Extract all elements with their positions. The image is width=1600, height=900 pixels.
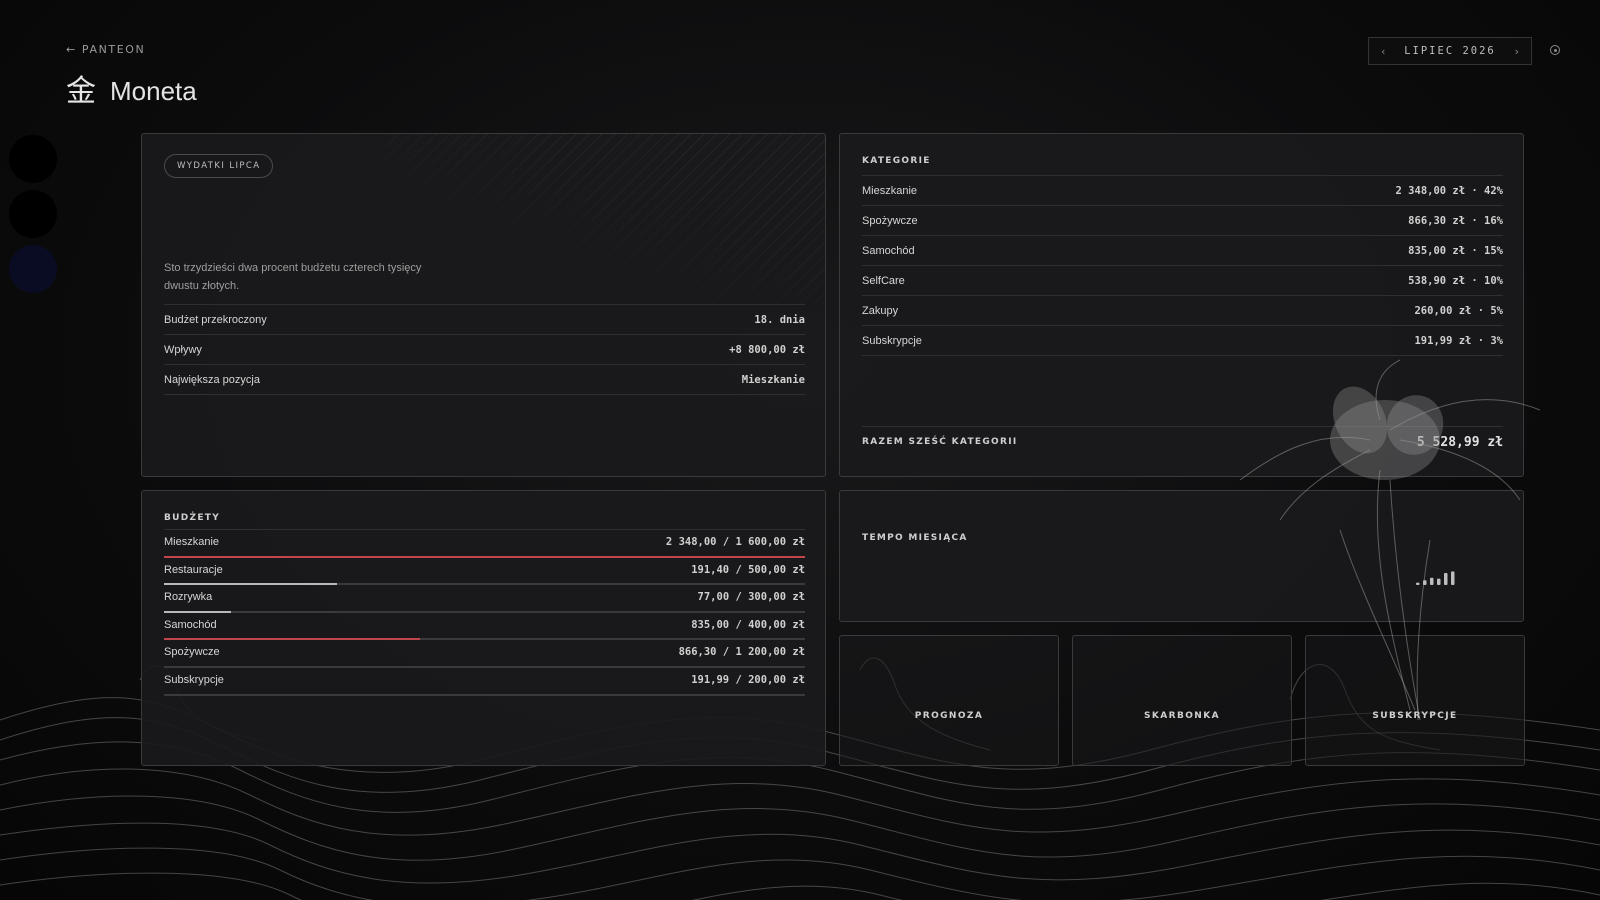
category-value: 191,99 zł · 3% [1414, 334, 1503, 347]
hatch-decoration [385, 134, 825, 304]
category-row[interactable]: Zakupy 260,00 zł · 5% [862, 296, 1503, 326]
settings-icon[interactable] [1550, 45, 1560, 55]
budget-row[interactable]: Subskrypcje 191,99 / 200,00 zł [164, 668, 805, 696]
category-name: Samochód [862, 244, 915, 257]
budget-name: Mieszkanie [164, 536, 220, 548]
budgets-card: BUDŻETY Mieszkanie 2 348,00 / 1 600,00 zł… [141, 490, 826, 766]
category-value: 835,00 zł · 15% [1408, 244, 1503, 257]
category-row[interactable]: Samochód 835,00 zł · 15% [862, 236, 1503, 266]
tempo-bar [1444, 573, 1448, 585]
budget-row[interactable]: Spożywcze 866,30 / 1 200,00 zł [164, 640, 805, 668]
expenses-rows: Budżet przekroczony 18. dnia Wpływy +8 8… [164, 304, 805, 395]
tempo-card: TEMPO MIESIĄCA [839, 490, 1524, 622]
budget-value: 835,00 / 400,00 zł [691, 618, 805, 631]
expenses-row: Budżet przekroczony 18. dnia [164, 305, 805, 335]
row-key: Największa pozycja [164, 373, 260, 386]
categories-total: RAZEM SZEŚĆ KATEGORII 5 528,99 zł [862, 426, 1503, 457]
category-row[interactable]: Mieszkanie 2 348,00 zł · 42% [862, 176, 1503, 206]
month-label: LIPIEC 2026 [1404, 45, 1496, 57]
tempo-sparkline [1416, 571, 1455, 585]
expenses-row: Wpływy +8 800,00 zł [164, 335, 805, 365]
budget-name: Spożywcze [164, 646, 220, 659]
tempo-bar [1430, 577, 1434, 585]
category-row[interactable]: Spożywcze 866,30 zł · 16% [862, 206, 1503, 236]
month-switcher: ‹ LIPIEC 2026 › [1368, 37, 1532, 65]
category-value: 866,30 zł · 16% [1408, 214, 1503, 227]
category-value: 2 348,00 zł · 42% [1395, 184, 1503, 197]
budget-row[interactable]: Samochód 835,00 / 400,00 zł [164, 613, 805, 641]
budget-progress-track [164, 693, 805, 696]
expenses-description: Sto trzydzieści dwa procent budżetu czte… [164, 262, 422, 292]
category-value: 260,00 zł · 5% [1414, 304, 1503, 317]
category-row[interactable]: Subskrypcje 191,99 zł · 3% [862, 326, 1503, 356]
next-month-button[interactable]: › [1515, 45, 1519, 58]
row-value: +8 800,00 zł [729, 343, 805, 356]
tempo-bar [1437, 578, 1441, 585]
budget-name: Restauracje [164, 563, 223, 576]
tempo-bar [1416, 582, 1420, 585]
budget-rows: Mieszkanie 2 348,00 / 1 600,00 zł Restaur… [164, 529, 805, 696]
budgets-label: BUDŻETY [164, 513, 221, 523]
budget-row[interactable]: Restauracje 191,40 / 500,00 zł [164, 558, 805, 586]
total-label: RAZEM SZEŚĆ KATEGORII [862, 437, 1018, 447]
category-name: Spożywcze [862, 214, 918, 227]
categories-card: KATEGORIE Mieszkanie 2 348,00 zł · 42% S… [839, 133, 1524, 477]
budget-row[interactable]: Mieszkanie 2 348,00 / 1 600,00 zł [164, 530, 805, 558]
categories-rows: Mieszkanie 2 348,00 zł · 42% Spożywcze 8… [862, 175, 1503, 356]
expenses-pill: WYDATKI LIPCA [164, 154, 274, 178]
expenses-row: Największa pozycja Mieszkanie [164, 365, 805, 395]
category-row[interactable]: SelfCare 538,90 zł · 10% [862, 266, 1503, 296]
category-name: Zakupy [862, 304, 899, 317]
tile-label: SUBSKRYPCJE [1372, 710, 1458, 721]
budget-value: 77,00 / 300,00 zł [697, 591, 805, 604]
prev-month-button[interactable]: ‹ [1381, 45, 1385, 58]
side-dot-1[interactable] [9, 135, 57, 183]
tempo-bar [1451, 571, 1455, 585]
side-dot-3[interactable] [9, 245, 57, 293]
category-name: SelfCare [862, 274, 905, 287]
tile-prognoza[interactable]: PROGNOZA [839, 635, 1059, 766]
row-value: Mieszkanie [741, 373, 805, 386]
tile-subskrypcje[interactable]: SUBSKRYPCJE [1305, 635, 1525, 766]
budget-row[interactable]: Rozrywka 77,00 / 300,00 zł [164, 585, 805, 613]
budget-name: Subskrypcje [164, 673, 224, 686]
tile-label: SKARBONKA [1144, 710, 1220, 721]
row-key: Budżet przekroczony [164, 313, 267, 326]
tile-skarbonka[interactable]: SKARBONKA [1072, 635, 1292, 766]
expenses-card: WYDATKI LIPCA Sto trzydzieści dwa procen… [141, 133, 826, 477]
row-value: 18. dnia [754, 313, 805, 326]
category-name: Subskrypcje [862, 334, 922, 347]
coin-icon: 金 [66, 73, 96, 109]
budget-value: 191,99 / 200,00 zł [691, 673, 805, 686]
total-value: 5 528,99 zł [1416, 434, 1503, 450]
tile-label: PROGNOZA [914, 710, 984, 721]
budget-value: 2 348,00 / 1 600,00 zł [665, 536, 805, 548]
budget-value: 866,30 / 1 200,00 zł [678, 646, 805, 659]
page-header: 金 Moneta [66, 76, 197, 107]
budget-name: Samochód [164, 618, 217, 631]
categories-label: KATEGORIE [862, 156, 931, 166]
side-dot-2[interactable] [9, 190, 57, 238]
category-name: Mieszkanie [862, 184, 918, 197]
tempo-label: TEMPO MIESIĄCA [862, 533, 968, 543]
budget-name: Rozrywka [164, 591, 213, 604]
page-title: Moneta [110, 76, 197, 106]
tempo-bar [1423, 580, 1427, 585]
category-value: 538,90 zł · 10% [1408, 274, 1503, 287]
budget-value: 191,40 / 500,00 zł [691, 563, 805, 576]
row-key: Wpływy [164, 343, 202, 356]
back-link[interactable]: ← PANTEON [66, 43, 145, 56]
